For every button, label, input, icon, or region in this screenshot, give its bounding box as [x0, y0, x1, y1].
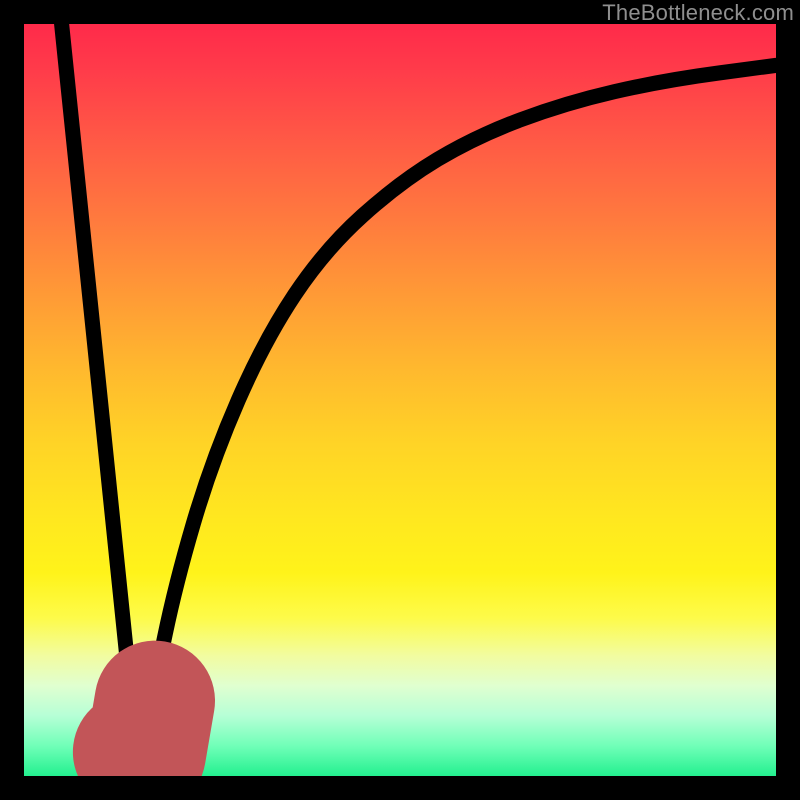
chart-svg	[24, 24, 776, 776]
watermark-text: TheBottleneck.com	[602, 0, 794, 26]
chart-frame: TheBottleneck.com	[0, 0, 800, 800]
plot-area	[24, 24, 776, 776]
curve-right-limb	[137, 65, 776, 753]
curve-left-limb	[62, 24, 137, 753]
j-marker	[133, 701, 155, 754]
